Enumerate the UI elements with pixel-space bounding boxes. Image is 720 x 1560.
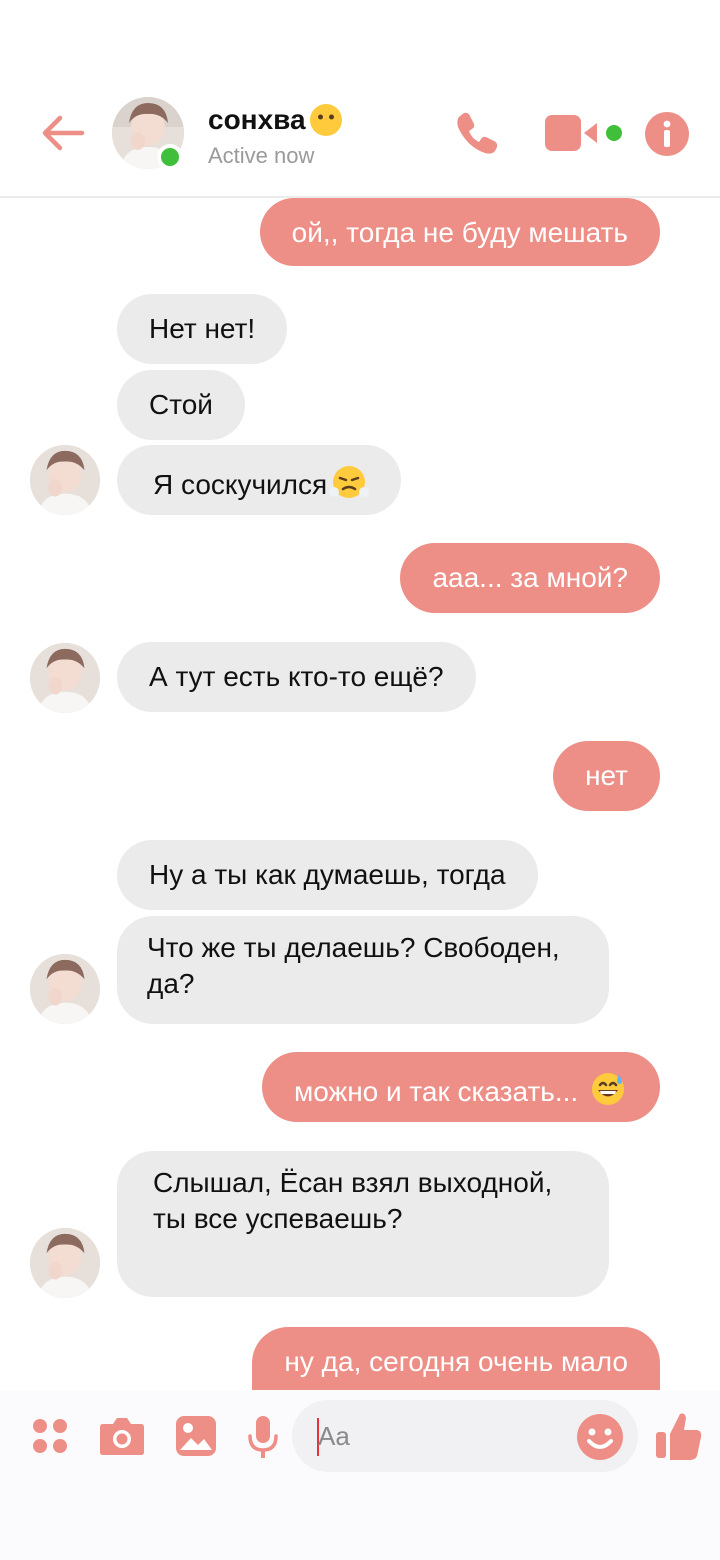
contact-avatar-small[interactable] <box>30 1228 100 1298</box>
outgoing-message[interactable]: ну да, сегодня очень мало <box>252 1327 660 1390</box>
outgoing-message[interactable]: ааа... за мной? <box>400 543 660 613</box>
message-text: Я соскучился <box>153 469 328 500</box>
microphone-icon[interactable] <box>246 1414 280 1462</box>
menu-grid-icon[interactable] <box>30 1416 70 1456</box>
chat-header: сонхва Active now <box>0 0 720 198</box>
camera-icon[interactable] <box>98 1414 146 1458</box>
phone-icon[interactable] <box>452 108 502 158</box>
incoming-message[interactable]: Что же ты делаешь? Свободен, да? <box>117 916 609 1024</box>
avatar-photo <box>30 643 100 713</box>
neutral-face-emoji-icon <box>309 104 342 136</box>
online-indicator <box>157 144 183 170</box>
message-input[interactable] <box>318 1410 558 1462</box>
incoming-message[interactable]: Нет нет! <box>117 294 288 364</box>
contact-avatar-small[interactable] <box>30 954 100 1024</box>
contact-avatar-small[interactable] <box>30 643 100 713</box>
message-list[interactable]: ой,, тогда не буду мешать Нет нет! Стой … <box>0 198 720 1390</box>
steam-face-emoji-icon <box>329 466 370 498</box>
image-icon[interactable] <box>174 1414 218 1458</box>
info-icon[interactable] <box>644 111 690 157</box>
message-text: можно и так сказать... <box>293 1076 579 1107</box>
video-camera-icon[interactable] <box>544 112 606 154</box>
contact-name-text: сонхва <box>208 104 306 135</box>
avatar-photo <box>30 954 100 1024</box>
outgoing-message[interactable]: ой,, тогда не буду мешать <box>259 198 660 266</box>
avatar-photo <box>30 445 100 515</box>
grinning-sweat-emoji-icon <box>592 1073 624 1105</box>
emoji-smile-icon[interactable] <box>576 1413 624 1461</box>
avatar-photo <box>30 1228 100 1298</box>
contact-name[interactable]: сонхва <box>208 102 344 138</box>
thumbs-up-icon[interactable] <box>654 1410 704 1462</box>
back-arrow-icon[interactable] <box>38 108 88 158</box>
contact-avatar-small[interactable] <box>30 445 100 515</box>
active-status: Active now <box>208 143 315 168</box>
incoming-message[interactable]: Я соскучился <box>117 445 402 515</box>
incoming-message[interactable]: Ну а ты как думаешь, тогда <box>117 840 538 910</box>
outgoing-message[interactable]: можно и так сказать... <box>261 1052 660 1122</box>
outgoing-message[interactable]: нет <box>553 741 660 811</box>
video-active-indicator <box>606 125 622 141</box>
incoming-message[interactable]: Стой <box>117 370 245 440</box>
incoming-message[interactable]: А тут есть кто-то ещё? <box>117 642 476 712</box>
incoming-message[interactable]: Слышал, Ёсан взял выходной, ты все успев… <box>117 1151 609 1297</box>
